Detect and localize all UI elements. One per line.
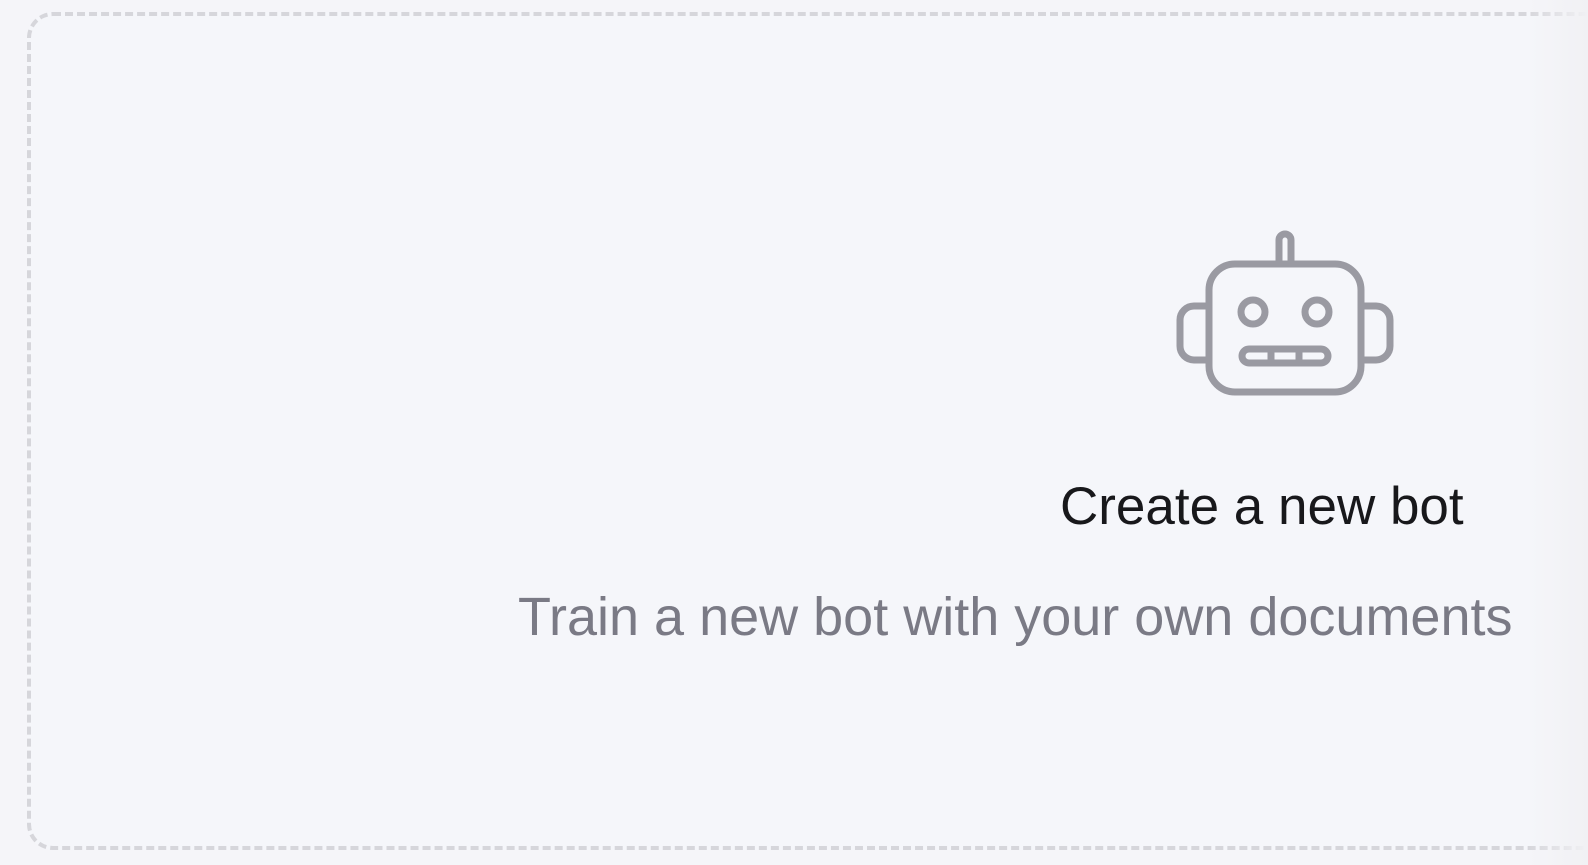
- create-bot-card[interactable]: [27, 12, 1588, 850]
- card-subtitle: Train a new bot with your own documents: [518, 587, 1513, 647]
- card-title: Create a new bot: [1060, 477, 1464, 536]
- viewport: Create a new bot Train a new bot with yo…: [0, 0, 1588, 865]
- robot-icon: [1176, 230, 1394, 396]
